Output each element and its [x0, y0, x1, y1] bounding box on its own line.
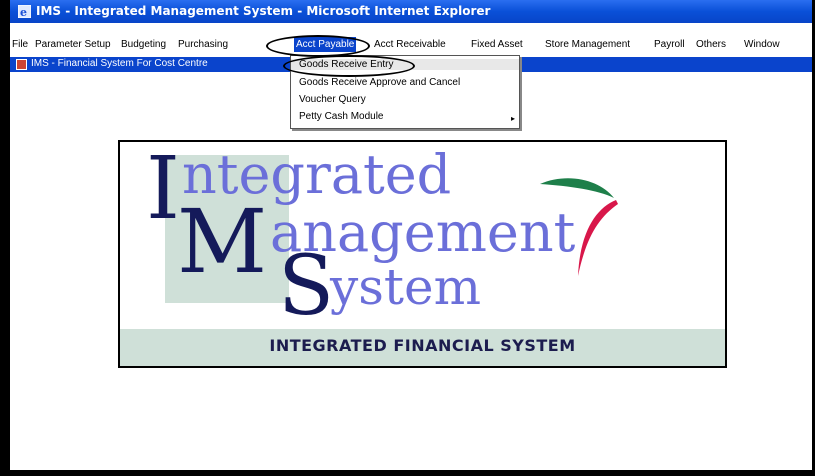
ims-logo-banner: I ntegrated M anagement S ystem INTEGRAT… — [118, 140, 727, 368]
menu-fixed-asset[interactable]: Fixed Asset — [471, 39, 523, 50]
window-bottom-border — [0, 470, 815, 476]
menu-store-management[interactable]: Store Management — [545, 39, 630, 50]
mdi-child-title: IMS - Financial System For Cost Centre — [31, 58, 208, 69]
menu-item-petty-cash-module[interactable]: Petty Cash Module — [299, 111, 384, 122]
application-icon — [16, 59, 27, 70]
window-left-border — [0, 0, 10, 476]
menu-bar: File Parameter Setup Budgeting Purchasin… — [10, 37, 812, 54]
logo-footer-text: INTEGRATED FINANCIAL SYSTEM — [269, 336, 576, 355]
menu-file[interactable]: File — [12, 39, 28, 50]
logo-word-ystem: ystem — [330, 258, 482, 316]
logo-letter-m: M — [177, 190, 268, 293]
internet-explorer-icon: e — [18, 5, 31, 18]
window-titlebar[interactable]: e IMS - Integrated Management System - M… — [10, 0, 812, 23]
svg-text:e: e — [20, 6, 27, 18]
logo-letter-i: I — [146, 140, 180, 239]
menu-item-goods-receive-approve-cancel[interactable]: Goods Receive Approve and Cancel — [299, 77, 460, 88]
menu-purchasing[interactable]: Purchasing — [178, 39, 228, 50]
menu-item-voucher-query[interactable]: Voucher Query — [299, 94, 366, 105]
submenu-arrow-icon: ▸ — [510, 114, 515, 123]
menu-parameter-setup[interactable]: Parameter Setup — [35, 39, 111, 50]
menu-acct-receivable[interactable]: Acct Receivable — [374, 39, 446, 50]
window-title: IMS - Integrated Management System - Mic… — [36, 4, 491, 18]
menu-budgeting[interactable]: Budgeting — [121, 39, 166, 50]
menu-payroll[interactable]: Payroll — [654, 39, 685, 50]
logo-letter-s: S — [278, 239, 335, 334]
highlight-ellipse-acct-payable — [266, 35, 370, 57]
menu-window[interactable]: Window — [744, 39, 780, 50]
logo-swoosh-icon — [540, 178, 618, 276]
highlight-ellipse-goods-receive-entry — [283, 55, 415, 77]
menu-others[interactable]: Others — [696, 39, 726, 50]
